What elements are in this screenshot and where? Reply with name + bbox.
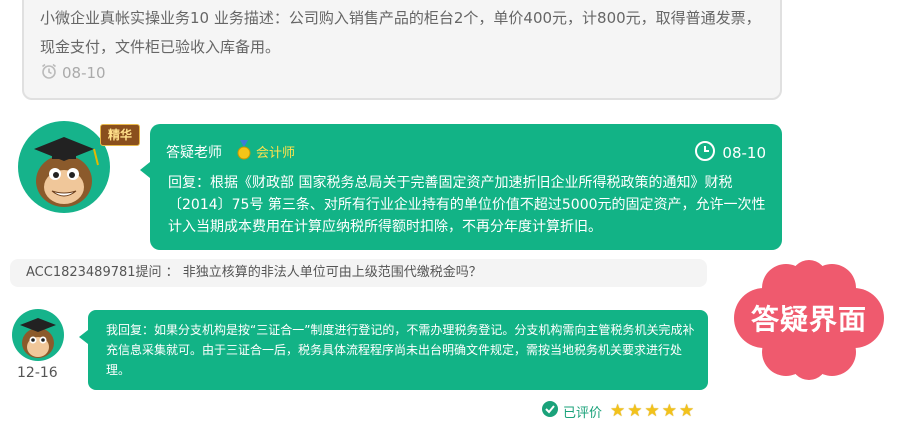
teacher-name: 答疑老师 [166,145,222,161]
reply-bubble: 我回复：如果分支机构是按“三证合一”制度进行登记的，不需办理税务登记。分支机构需… [79,310,708,390]
answer-text: 回复：根据《财政部 国家税务总局关于完善固定资产加速折旧企业所得税政策的通知》财… [168,175,766,235]
watermark-label: 答疑界面 [750,303,867,336]
question-date: 08-10 [40,62,106,84]
answer-date: 08-10 [694,140,766,166]
check-circle-icon [541,400,559,422]
replier-avatar[interactable] [12,309,64,361]
followup-question: ACC1823489781提问 ： 非独立核算的非法人单位可由上级范围代缴税金吗… [10,259,707,287]
alarm-clock-icon [40,62,58,84]
star-rating: ★ ★ ★ ★ ★ [610,401,695,421]
question-date-text: 08-10 [62,64,106,82]
answer-bubble: 答疑老师 会计师 08-10 回复：根据《财政部 国家税务总局关于完善固定资产加… [140,124,782,250]
question-card: 小微企业真帐实操业务10 业务描述：公司购入销售产品的柜台2个，单价400元，计… [22,0,782,100]
star-icon: ★ [679,401,695,421]
teacher-avatar[interactable] [18,121,110,213]
rated-label: 已评价 [563,405,603,421]
clock-icon [694,140,716,166]
reply-date: 12-16 [17,365,58,381]
star-icon: ★ [627,401,643,421]
rating-status: 已评价 ★ ★ ★ ★ ★ [541,400,694,422]
question-text: 小微企业真帐实操业务10 业务描述：公司购入销售产品的柜台2个，单价400元，计… [40,9,761,56]
teacher-title: 会计师 [256,146,296,161]
featured-badge: 精华 [100,124,140,146]
answer-date-text: 08-10 [722,144,766,162]
reply-text: 我回复：如果分支机构是按“三证合一”制度进行登记的，不需办理税务登记。分支机构需… [106,323,695,377]
star-icon: ★ [661,401,678,421]
star-icon: ★ [610,401,626,421]
star-icon: ★ [644,401,660,421]
medal-icon [236,140,252,164]
interface-watermark: 答疑界面 [724,260,894,380]
